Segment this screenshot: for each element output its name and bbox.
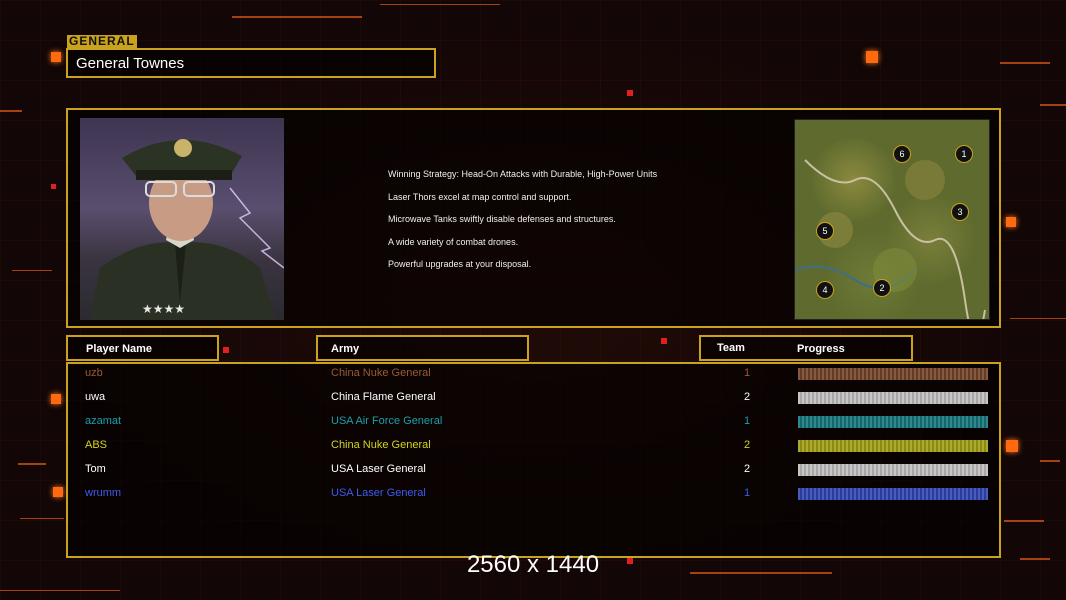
progress-fill xyxy=(798,488,988,500)
progress-fill xyxy=(798,392,988,404)
strategy-line: A wide variety of combat drones. xyxy=(388,237,519,247)
strategy-line: Powerful upgrades at your disposal. xyxy=(388,259,532,269)
section-tag: GENERAL xyxy=(67,34,137,48)
map-preview: 6 1 3 5 4 2 xyxy=(794,119,990,320)
svg-text:★★★★: ★★★★ xyxy=(142,302,185,316)
start-position-marker: 4 xyxy=(816,281,834,299)
player-army: China Nuke General xyxy=(331,367,431,379)
strategy-line: Laser Thors excel at map control and sup… xyxy=(388,192,572,202)
player-name: uwa xyxy=(85,391,106,403)
player-team: 1 xyxy=(744,367,751,379)
header-army-label: Army xyxy=(331,343,360,355)
player-name: azamat xyxy=(85,415,122,427)
player-team: 2 xyxy=(744,391,751,403)
start-position-marker: 3 xyxy=(951,203,969,221)
header-progress-label: Progress xyxy=(797,343,845,355)
player-name: ABS xyxy=(85,439,108,451)
player-army: USA Air Force General xyxy=(331,415,443,427)
header-player-name-label: Player Name xyxy=(86,343,153,355)
start-position-marker: 2 xyxy=(873,279,891,297)
progress-bar xyxy=(798,392,988,404)
resolution-label: 2560 x 1440 xyxy=(466,551,600,578)
header-team-label: Team xyxy=(717,342,745,354)
general-name: General Townes xyxy=(76,55,185,72)
player-army: USA Laser General xyxy=(331,487,426,499)
portrait-image: ★★★★ xyxy=(90,139,284,320)
player-team: 1 xyxy=(744,415,751,427)
progress-fill xyxy=(798,464,988,476)
header-player-name: Player Name xyxy=(66,335,219,361)
strategy-line: Winning Strategy: Head-On Attacks with D… xyxy=(388,169,658,179)
header-army: Army xyxy=(316,335,529,361)
start-position-marker: 5 xyxy=(816,222,834,240)
progress-fill xyxy=(798,416,988,428)
player-name: wrumm xyxy=(85,487,122,499)
progress-fill xyxy=(798,440,988,452)
general-name-box: General Townes xyxy=(66,48,436,78)
strategy-line: Microwave Tanks swiftly disable defenses… xyxy=(388,214,616,224)
player-name: Tom xyxy=(85,463,106,475)
header-team-progress: Team Progress xyxy=(699,335,913,361)
progress-bar xyxy=(798,488,988,500)
player-team: 1 xyxy=(744,487,751,499)
player-team: 2 xyxy=(744,439,751,451)
player-team: 2 xyxy=(744,463,751,475)
player-army: China Flame General xyxy=(331,391,436,403)
progress-fill xyxy=(798,368,988,380)
progress-bar xyxy=(798,440,988,452)
progress-bar xyxy=(798,416,988,428)
player-army: China Nuke General xyxy=(331,439,431,451)
progress-bar xyxy=(798,368,988,380)
player-name: uzb xyxy=(85,367,103,379)
player-army: USA Laser General xyxy=(331,463,426,475)
start-position-marker: 6 xyxy=(893,145,911,163)
start-position-marker: 1 xyxy=(955,145,973,163)
general-portrait: ★★★★ xyxy=(80,118,284,320)
progress-bar xyxy=(798,464,988,476)
